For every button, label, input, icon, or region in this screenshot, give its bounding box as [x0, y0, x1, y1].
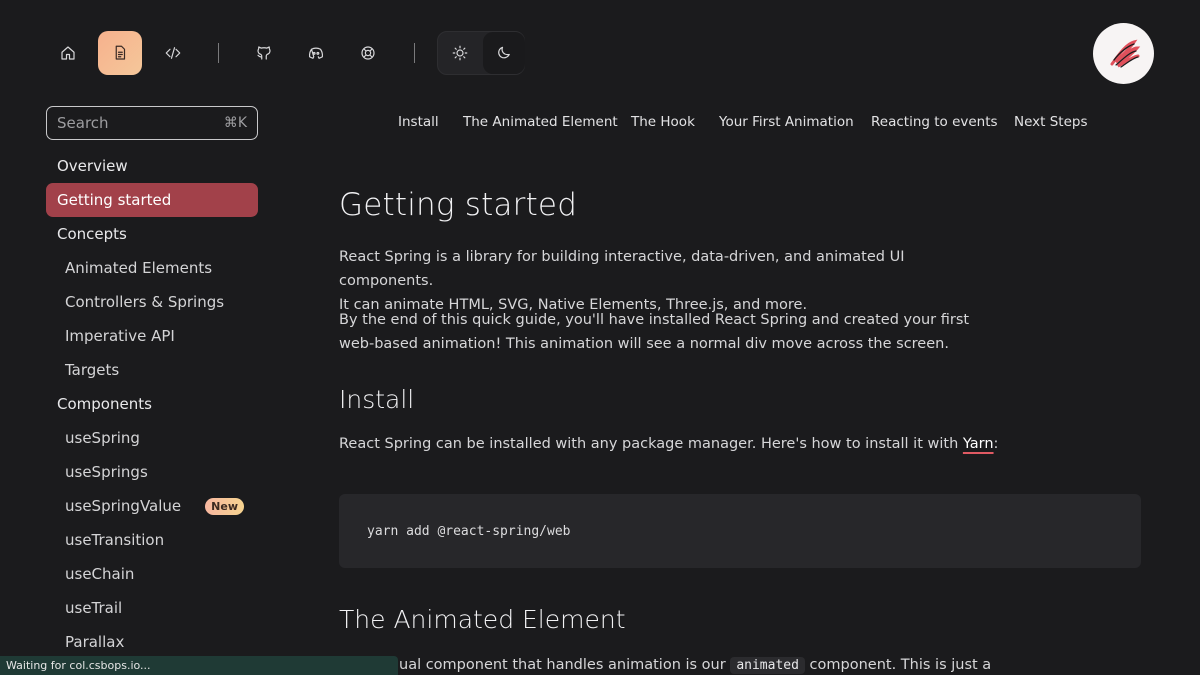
sidebar-item-getting-started[interactable]: Getting started	[46, 183, 258, 217]
toolbar-divider	[414, 43, 415, 63]
page-title: Getting started	[339, 187, 578, 223]
guide-line: By the end of this quick guide, you'll h…	[339, 312, 970, 328]
yarn-link[interactable]: Yarn	[963, 436, 994, 452]
top-navigation	[0, 0, 1200, 100]
animated-text: ual component that handles animation is …	[399, 657, 726, 673]
animated-element-heading: The Animated Element	[339, 605, 626, 634]
toc-link-the-hook[interactable]: The Hook	[631, 114, 695, 130]
sidebar-item-animated-elements[interactable]: Animated Elements	[46, 251, 258, 285]
sidebar-item-concepts[interactable]: Concepts	[46, 217, 258, 251]
sidebar-item-overview[interactable]: Overview	[46, 149, 258, 183]
code-icon[interactable]	[151, 31, 195, 75]
sidebar-item-label: useSprings	[65, 463, 148, 481]
react-spring-logo[interactable]	[1093, 23, 1154, 84]
sidebar-item-label: Parallax	[65, 633, 125, 651]
install-suffix: :	[993, 436, 999, 452]
search-placeholder: Search	[57, 114, 109, 132]
animated-text: component. This is just a	[809, 657, 992, 673]
sidebar-item-label: useSpringValue	[65, 497, 182, 515]
sidebar-item-usespring[interactable]: useSpring	[46, 421, 258, 455]
toc-link-reacting-events[interactable]: Reacting to events	[871, 114, 998, 130]
toc-link-install[interactable]: Install	[398, 114, 439, 130]
docs-icon[interactable]	[98, 31, 142, 75]
sidebar-item-label: Animated Elements	[65, 259, 213, 277]
sidebar-item-label: useChain	[65, 565, 135, 583]
sun-icon[interactable]	[439, 32, 481, 74]
animated-paragraph: ual component that handles animation is …	[399, 653, 1099, 675]
browser-status-bar: Waiting for col.csbops.io...	[0, 656, 398, 675]
intro-paragraph: React Spring is a library for building i…	[339, 245, 979, 317]
github-icon[interactable]	[242, 31, 286, 75]
sidebar-item-targets[interactable]: Targets	[46, 353, 258, 387]
search-shortcut: ⌘K	[223, 115, 247, 131]
inline-code-animated: animated	[730, 657, 805, 674]
new-badge: New	[205, 497, 244, 515]
sidebar-item-label: Imperative API	[65, 327, 175, 345]
sidebar-item-usetrail[interactable]: useTrail	[46, 591, 258, 625]
sidebar-item-label: useTransition	[65, 531, 165, 549]
install-heading: Install	[339, 385, 415, 414]
sidebar-item-usechain[interactable]: useChain	[46, 557, 258, 591]
sidebar-item-label: Controllers & Springs	[65, 293, 225, 311]
install-text: React Spring can be installed with any p…	[339, 436, 963, 452]
sidebar-item-usesprings[interactable]: useSprings	[46, 455, 258, 489]
toc-link-next-steps[interactable]: Next Steps	[1014, 114, 1088, 130]
toc-link-first-animation[interactable]: Your First Animation	[719, 114, 854, 130]
discord-icon[interactable]	[294, 31, 338, 75]
moon-icon[interactable]	[483, 32, 525, 74]
theme-switcher	[437, 31, 525, 75]
sidebar-item-label: Targets	[65, 361, 120, 379]
sidebar-nav: Overview Getting started Concepts Animat…	[46, 149, 258, 659]
toc-link-animated-element[interactable]: The Animated Element	[463, 114, 618, 130]
sidebar-item-components[interactable]: Components	[46, 387, 258, 421]
search-input[interactable]: Search ⌘K	[46, 106, 258, 140]
sidebar-item-imperative-api[interactable]: Imperative API	[46, 319, 258, 353]
sidebar-item-usetransition[interactable]: useTransition	[46, 523, 258, 557]
install-paragraph: React Spring can be installed with any p…	[339, 432, 1039, 456]
help-icon[interactable]	[346, 31, 390, 75]
toolbar-divider	[218, 43, 219, 63]
home-icon[interactable]	[46, 31, 90, 75]
sidebar-item-label: Components	[57, 395, 152, 413]
sidebar-item-label: useSpring	[65, 429, 140, 447]
sidebar-item-label: Getting started	[57, 191, 172, 209]
intro-line: React Spring is a library for building i…	[339, 249, 905, 289]
sidebar-item-controllers-springs[interactable]: Controllers & Springs	[46, 285, 258, 319]
sidebar-item-label: Concepts	[57, 225, 127, 243]
guide-line: web-based animation! This animation will…	[339, 336, 949, 352]
sidebar-item-label: Overview	[57, 157, 128, 175]
code-block[interactable]: yarn add @react-spring/web	[339, 494, 1141, 568]
sidebar-item-label: useTrail	[65, 599, 123, 617]
install-command: yarn add @react-spring/web	[367, 523, 571, 539]
sidebar-item-parallax[interactable]: Parallax	[46, 625, 258, 659]
guide-paragraph: By the end of this quick guide, you'll h…	[339, 308, 979, 356]
sidebar-item-usespringvalue[interactable]: useSpringValue New	[46, 489, 258, 523]
